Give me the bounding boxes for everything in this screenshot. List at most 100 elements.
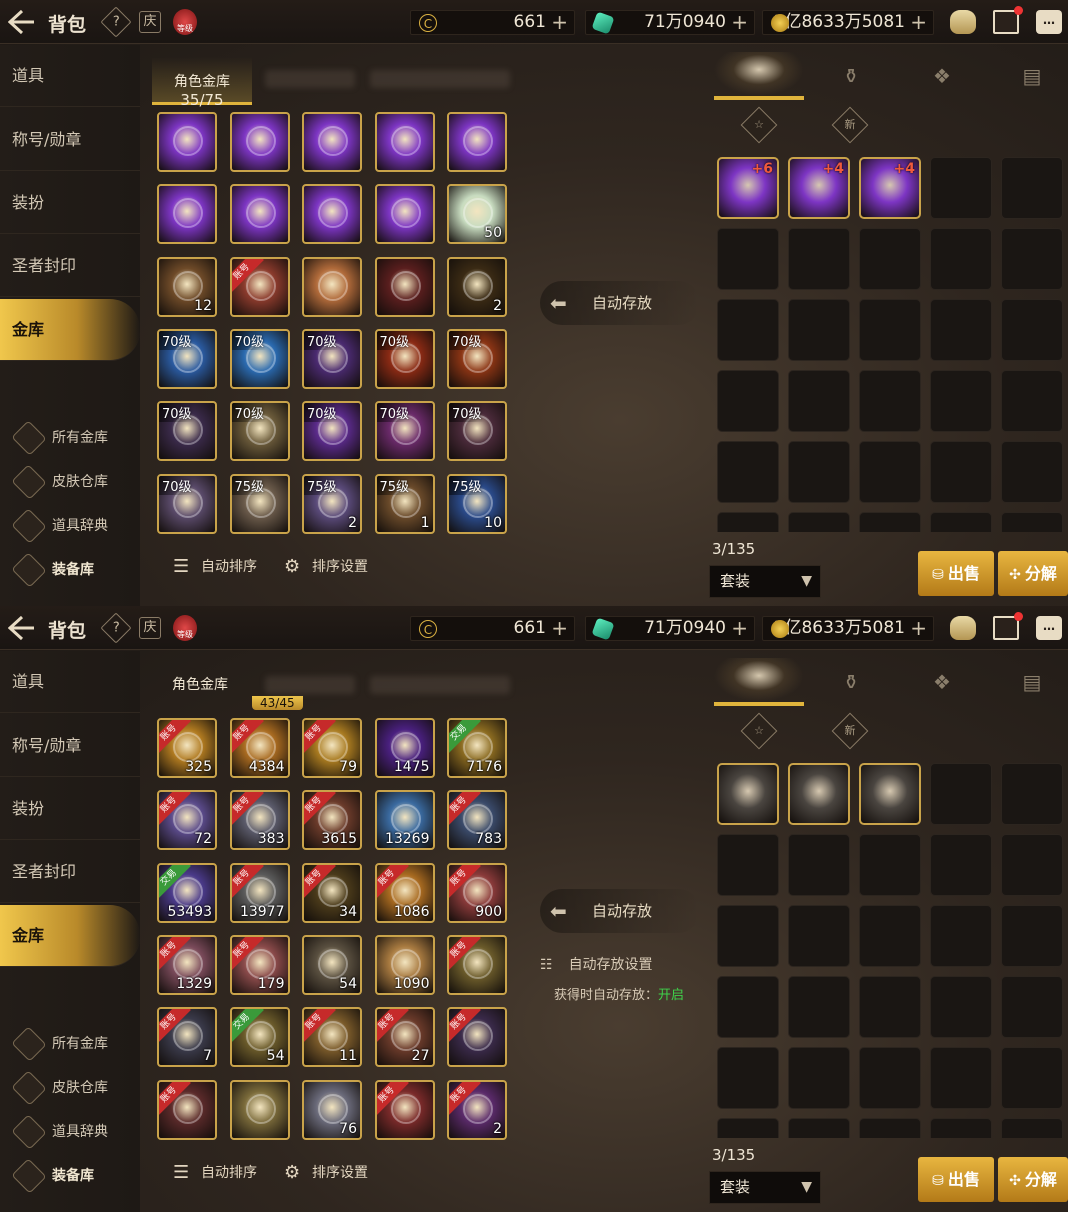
item-slot[interactable]: 账号 1329 bbox=[157, 934, 217, 995]
item-slot[interactable]: 70级 bbox=[447, 328, 507, 389]
sidebar-sub-equipment-storage[interactable]: 装备库 bbox=[11, 550, 140, 590]
item-slot[interactable]: 1090 bbox=[374, 934, 435, 995]
add-currency-button[interactable]: + bbox=[731, 617, 748, 640]
equipment-slot[interactable] bbox=[1001, 512, 1063, 532]
equipment-slot[interactable] bbox=[788, 512, 850, 532]
item-slot[interactable]: 账号 383 bbox=[229, 790, 290, 851]
equipment-slot[interactable] bbox=[930, 299, 992, 361]
item-slot[interactable]: 76 bbox=[302, 1079, 362, 1140]
item-slot[interactable]: 账号 179 bbox=[229, 934, 290, 995]
sidebar-item-vault[interactable]: 金库 bbox=[0, 299, 140, 361]
item-slot[interactable]: 70级 bbox=[157, 328, 217, 389]
item-slot[interactable]: 账号 1086 bbox=[374, 862, 435, 923]
equipment-slot[interactable] bbox=[930, 834, 992, 896]
sidebar-sub-equipment-storage[interactable]: 装备库 bbox=[11, 1156, 140, 1196]
disassemble-button[interactable]: ✣ 分解 bbox=[998, 551, 1068, 596]
sidebar-sub-skin-storage[interactable]: 皮肤仓库 bbox=[11, 1068, 140, 1108]
equipment-slot[interactable] bbox=[717, 228, 779, 290]
equipment-slot[interactable] bbox=[1001, 228, 1063, 290]
item-slot[interactable]: 账号 11 bbox=[302, 1007, 362, 1068]
sell-button[interactable]: ⛁ 出售 bbox=[918, 1157, 994, 1202]
disassemble-button[interactable]: ✣ 分解 bbox=[998, 1157, 1068, 1202]
equipment-slot[interactable] bbox=[1001, 763, 1063, 825]
item-slot[interactable] bbox=[374, 112, 435, 172]
item-slot[interactable]: 54 bbox=[302, 934, 362, 995]
help-icon[interactable]: ? bbox=[100, 6, 132, 38]
sidebar-item-titles[interactable]: 称号/勋章 bbox=[0, 109, 140, 171]
tab-material[interactable]: ❖ bbox=[897, 658, 987, 706]
tab-character-vault[interactable]: 角色金库 43/45 bbox=[152, 660, 303, 710]
treasure-pot-icon[interactable] bbox=[950, 616, 976, 640]
equipment-slot[interactable] bbox=[859, 1047, 921, 1109]
add-currency-button[interactable]: + bbox=[551, 617, 568, 640]
sidebar-item-seal[interactable]: 圣者封印 bbox=[0, 235, 140, 297]
item-slot[interactable] bbox=[229, 112, 290, 172]
item-slot[interactable]: 交易 7176 bbox=[447, 718, 507, 778]
equipment-slot[interactable] bbox=[859, 228, 921, 290]
equipment-slot[interactable] bbox=[717, 905, 779, 967]
equipment-slot[interactable] bbox=[859, 834, 921, 896]
add-currency-button[interactable]: + bbox=[551, 11, 568, 34]
item-slot[interactable]: 账号 27 bbox=[374, 1007, 435, 1068]
equipment-slot[interactable] bbox=[788, 370, 850, 432]
item-slot[interactable] bbox=[229, 1079, 290, 1140]
equipment-slot[interactable] bbox=[1001, 834, 1063, 896]
item-slot[interactable]: 75级 bbox=[229, 473, 290, 534]
chat-icon[interactable]: … bbox=[1036, 10, 1062, 34]
sidebar-item-items[interactable]: 道具 bbox=[0, 45, 140, 107]
add-currency-button[interactable]: + bbox=[731, 11, 748, 34]
new-filter-icon[interactable]: 新 bbox=[831, 712, 869, 750]
equipment-slot[interactable] bbox=[930, 441, 992, 503]
item-slot[interactable]: 账号 4384 bbox=[229, 718, 290, 778]
back-arrow-icon[interactable] bbox=[8, 9, 36, 35]
equipment-slot[interactable] bbox=[859, 512, 921, 532]
equipment-slot[interactable] bbox=[788, 1047, 850, 1109]
equipment-slot[interactable] bbox=[788, 763, 850, 825]
item-slot[interactable]: 75级 2 bbox=[302, 473, 362, 534]
equipment-slot[interactable] bbox=[717, 1047, 779, 1109]
item-slot[interactable]: 账号 79 bbox=[302, 718, 362, 778]
equipment-slot[interactable] bbox=[788, 834, 850, 896]
item-slot[interactable]: 70级 bbox=[374, 328, 435, 389]
sidebar-sub-all-vaults[interactable]: 所有金库 bbox=[11, 1024, 140, 1064]
item-slot[interactable]: 交易 53493 bbox=[157, 862, 217, 923]
sidebar-sub-item-dictionary[interactable]: 道具辞典 bbox=[11, 506, 140, 546]
sidebar-sub-skin-storage[interactable]: 皮肤仓库 bbox=[11, 462, 140, 502]
tab-potion[interactable]: ⚱ bbox=[806, 658, 896, 706]
tab-character-vault[interactable]: 角色金库 35/75 bbox=[152, 57, 252, 109]
sidebar-item-costume[interactable]: 装扮 bbox=[0, 778, 140, 840]
sidebar-item-seal[interactable]: 圣者封印 bbox=[0, 841, 140, 903]
equipment-slot[interactable] bbox=[717, 441, 779, 503]
item-slot[interactable]: 70级 bbox=[447, 401, 507, 462]
equipment-slot[interactable] bbox=[717, 299, 779, 361]
auto-store-settings-row[interactable]: ☷ 自动存放设置 bbox=[540, 954, 684, 974]
item-slot[interactable]: 70级 bbox=[157, 401, 217, 462]
item-slot[interactable]: 账号 325 bbox=[157, 718, 217, 778]
back-arrow-icon[interactable] bbox=[8, 615, 36, 641]
mail-icon[interactable] bbox=[993, 612, 1023, 640]
item-slot[interactable] bbox=[157, 112, 217, 172]
equipment-slot[interactable]: +4 bbox=[859, 157, 921, 219]
equipment-slot[interactable] bbox=[717, 976, 779, 1038]
calendar-icon[interactable]: 庆 bbox=[139, 617, 161, 639]
tab-material[interactable]: ❖ bbox=[897, 52, 987, 100]
item-slot[interactable]: 12 bbox=[157, 256, 217, 317]
calendar-icon[interactable]: 庆 bbox=[139, 11, 161, 33]
item-slot[interactable]: 账号 7 bbox=[157, 1007, 217, 1068]
item-slot[interactable]: 70级 bbox=[157, 473, 217, 534]
sort-settings-button[interactable]: ⚙ 排序设置 bbox=[284, 1162, 368, 1182]
item-slot[interactable]: 账号 13977 bbox=[229, 862, 290, 923]
auto-store-settings[interactable]: ☷ 自动存放设置 获得时自动存放：开启 bbox=[540, 954, 684, 1003]
mail-icon[interactable] bbox=[993, 6, 1023, 34]
item-slot[interactable]: 账号 bbox=[374, 1079, 435, 1140]
add-currency-button[interactable]: + bbox=[910, 11, 927, 34]
equipment-slot[interactable] bbox=[788, 228, 850, 290]
level-badge-icon[interactable]: 等级 bbox=[173, 615, 197, 641]
treasure-pot-icon[interactable] bbox=[950, 10, 976, 34]
item-slot[interactable]: 账号 bbox=[447, 934, 507, 995]
item-slot[interactable] bbox=[447, 112, 507, 172]
equipment-slot[interactable] bbox=[1001, 157, 1063, 219]
item-slot[interactable]: 75级 1 bbox=[374, 473, 435, 534]
item-slot[interactable] bbox=[374, 256, 435, 317]
set-filter-select[interactable]: 套装 ▼ bbox=[709, 1171, 821, 1204]
